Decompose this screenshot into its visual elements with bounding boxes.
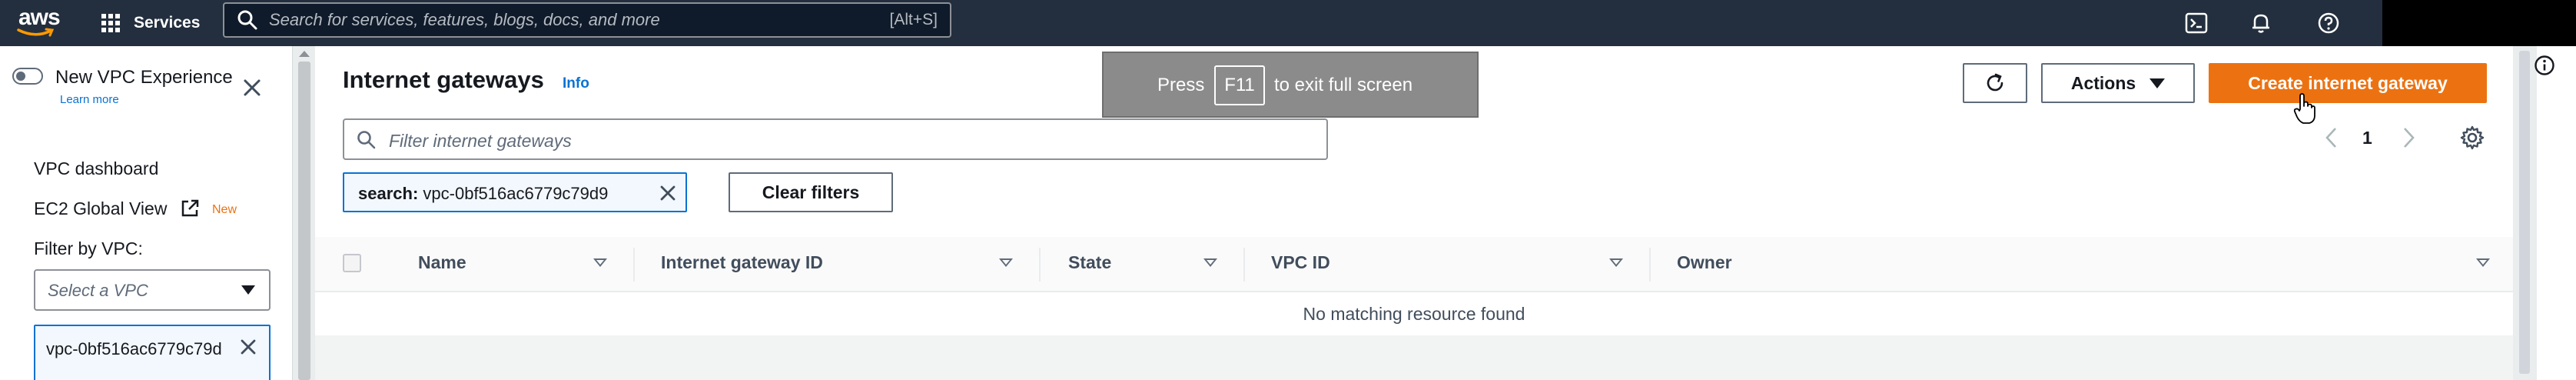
filter-internet-gateways-input[interactable]: Filter internet gateways: [343, 118, 1328, 160]
filter-token-value: vpc-0bf516ac6779c79d9: [423, 184, 609, 203]
page-background: [315, 335, 2513, 380]
search-shortcut: [Alt+S]: [889, 11, 938, 28]
search-icon: [237, 10, 257, 30]
close-icon[interactable]: [658, 183, 678, 203]
sort-icon[interactable]: [999, 258, 1013, 267]
actions-label: Actions: [2070, 72, 2136, 93]
selected-vpc-token: vpc-0bf516ac6779c79d: [34, 325, 271, 380]
filter-placeholder: Filter internet gateways: [389, 131, 572, 151]
info-icon[interactable]: [2533, 54, 2556, 77]
column-header-vpc-id[interactable]: VPC ID: [1271, 252, 1330, 273]
learn-more-link[interactable]: Learn more: [60, 93, 119, 106]
chevron-left-icon[interactable]: [2324, 126, 2339, 149]
global-search-input[interactable]: Search for services, features, blogs, do…: [223, 2, 951, 38]
page-title: Internet gateways: [343, 66, 544, 93]
new-vpc-experience-toggle[interactable]: [12, 68, 43, 85]
help-icon: [2318, 12, 2339, 34]
fullscreen-notice: Press F11 to exit full screen: [1102, 52, 1479, 118]
sidebar-item-ec2-global-view[interactable]: EC2 Global View: [34, 198, 167, 219]
filter-by-vpc-label: Filter by VPC:: [34, 238, 143, 258]
refresh-button[interactable]: [1963, 63, 2027, 103]
empty-message-text: No matching resource found: [1303, 303, 1525, 324]
actions-button[interactable]: Actions: [2041, 63, 2195, 103]
grid-icon: [101, 12, 123, 34]
close-icon[interactable]: [238, 337, 258, 357]
search-placeholder: Search for services, features, blogs, do…: [269, 10, 660, 29]
vpc-select[interactable]: Select a VPC: [34, 269, 271, 311]
fullscreen-press-text: Press: [1157, 75, 1205, 95]
sort-icon[interactable]: [2476, 258, 2490, 267]
select-all-checkbox[interactable]: [343, 254, 361, 272]
column-header-name[interactable]: Name: [418, 252, 466, 273]
main-scrollbar[interactable]: [2513, 46, 2536, 380]
column-divider[interactable]: [1039, 248, 1041, 282]
top-navigation: aws Services Search for services, featur…: [0, 0, 2576, 48]
empty-table-message: No matching resource found: [315, 292, 2513, 335]
sidebar-item-vpc-dashboard[interactable]: VPC dashboard: [34, 158, 158, 179]
help-panel-rail: [2536, 46, 2576, 380]
aws-logo-text: aws: [18, 5, 61, 30]
table-header: [315, 237, 2513, 292]
caret-down-icon: [2149, 78, 2166, 88]
active-filter-token: search: vpc-0bf516ac6779c79d9: [343, 172, 687, 212]
gear-icon[interactable]: [2459, 125, 2485, 151]
terminal-icon: [2185, 12, 2208, 34]
sort-icon[interactable]: [1203, 258, 1217, 267]
selected-vpc-value: vpc-0bf516ac6779c79d: [46, 339, 222, 358]
help-button[interactable]: [2313, 8, 2344, 38]
aws-logo[interactable]: aws: [14, 5, 61, 40]
vpc-select-placeholder: Select a VPC: [48, 281, 148, 300]
services-label: Services: [134, 14, 201, 32]
info-link[interactable]: Info: [563, 75, 589, 92]
sidebar-scrollbar[interactable]: [292, 46, 315, 380]
column-header-owner[interactable]: Owner: [1677, 252, 1732, 273]
new-badge: New: [212, 203, 237, 216]
column-header-internet-gateway-id[interactable]: Internet gateway ID: [661, 252, 823, 273]
sort-icon[interactable]: [593, 258, 607, 267]
column-divider[interactable]: [1243, 248, 1245, 282]
filter-token-label: search: vpc-0bf516ac6779c79d9: [358, 184, 608, 204]
search-icon: [357, 131, 376, 149]
filter-token-key: search:: [358, 184, 419, 203]
refresh-icon: [1987, 73, 2003, 92]
bell-icon: [2252, 14, 2269, 33]
caret-down-icon: [241, 285, 255, 295]
clear-filters-button[interactable]: Clear filters: [729, 172, 893, 212]
column-divider[interactable]: [633, 248, 635, 282]
new-vpc-experience-label: New VPC Experience: [55, 67, 233, 88]
fullscreen-exit-text: to exit full screen: [1274, 75, 1413, 95]
create-label: Create internet gateway: [2248, 72, 2448, 93]
chevron-right-icon[interactable]: [2401, 126, 2416, 149]
column-header-state[interactable]: State: [1068, 252, 1111, 273]
cloudshell-button[interactable]: [2181, 8, 2212, 38]
close-icon[interactable]: [240, 75, 264, 100]
services-menu-button[interactable]: Services: [101, 8, 200, 38]
account-menu-redacted[interactable]: [2382, 0, 2576, 48]
hand-cursor-icon: [2293, 93, 2315, 124]
column-divider[interactable]: [1649, 248, 1651, 282]
fullscreen-key: F11: [1214, 65, 1265, 105]
current-page[interactable]: 1: [2362, 128, 2372, 148]
aws-smile-icon: [17, 28, 55, 37]
create-internet-gateway-button[interactable]: Create internet gateway: [2209, 63, 2487, 103]
notifications-button[interactable]: [2246, 8, 2276, 38]
external-link-icon: [181, 199, 199, 217]
clear-filters-label: Clear filters: [762, 182, 860, 202]
sort-icon[interactable]: [1609, 258, 1623, 267]
